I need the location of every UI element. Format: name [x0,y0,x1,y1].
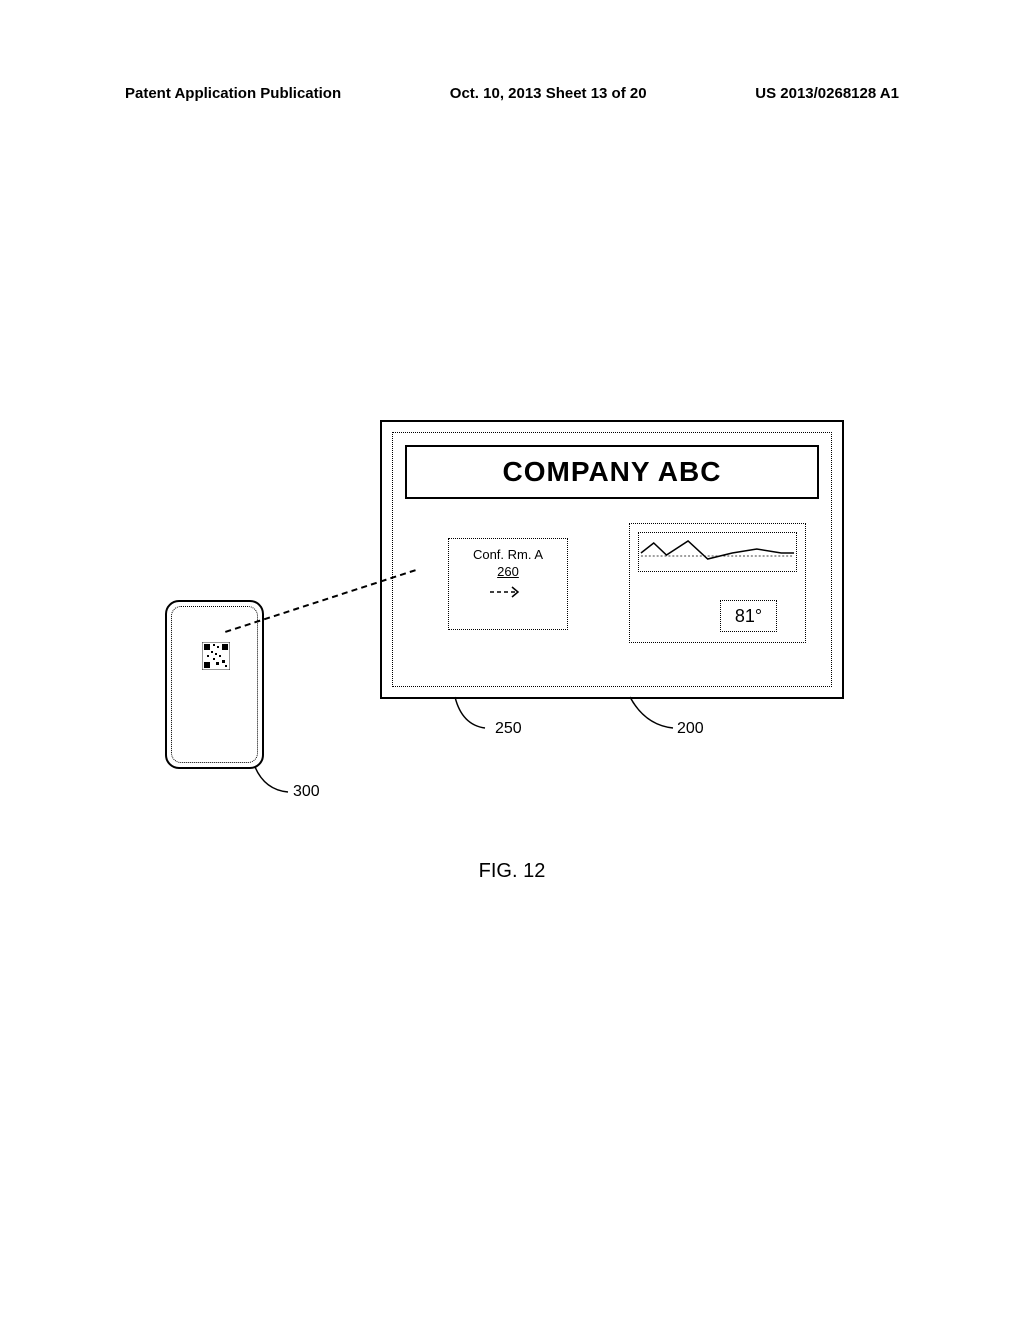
weather-chart [638,532,797,572]
page-header: Patent Application Publication Oct. 10, … [125,85,899,102]
company-name: COMPANY ABC [503,456,722,488]
header-left: Patent Application Publication [125,85,341,102]
display-panel: COMPANY ABC Conf. Rm. A 260 [380,420,844,699]
header-center: Oct. 10, 2013 Sheet 13 of 20 [450,85,647,102]
callout-250: 250 [495,720,522,738]
weather-box: 81° [629,523,806,643]
figure-caption: FIG. 12 [125,860,899,883]
display-screen: COMPANY ABC Conf. Rm. A 260 [392,432,832,687]
callout-300: 300 [293,783,320,801]
qr-code-icon [202,642,230,670]
callout-200: 200 [677,720,704,738]
patent-page: Patent Application Publication Oct. 10, … [0,0,1024,1320]
mobile-device [165,600,264,769]
company-name-box: COMPANY ABC [405,445,819,499]
mobile-screen [171,606,258,763]
figure-area: COMPANY ABC Conf. Rm. A 260 [125,420,899,920]
direction-arrow-icon [449,585,567,602]
room-name: Conf. Rm. A [449,547,567,562]
room-number: 260 [449,564,567,579]
temperature-value: 81° [720,600,777,632]
room-info-box: Conf. Rm. A 260 [448,538,568,630]
header-right: US 2013/0268128 A1 [755,85,899,102]
